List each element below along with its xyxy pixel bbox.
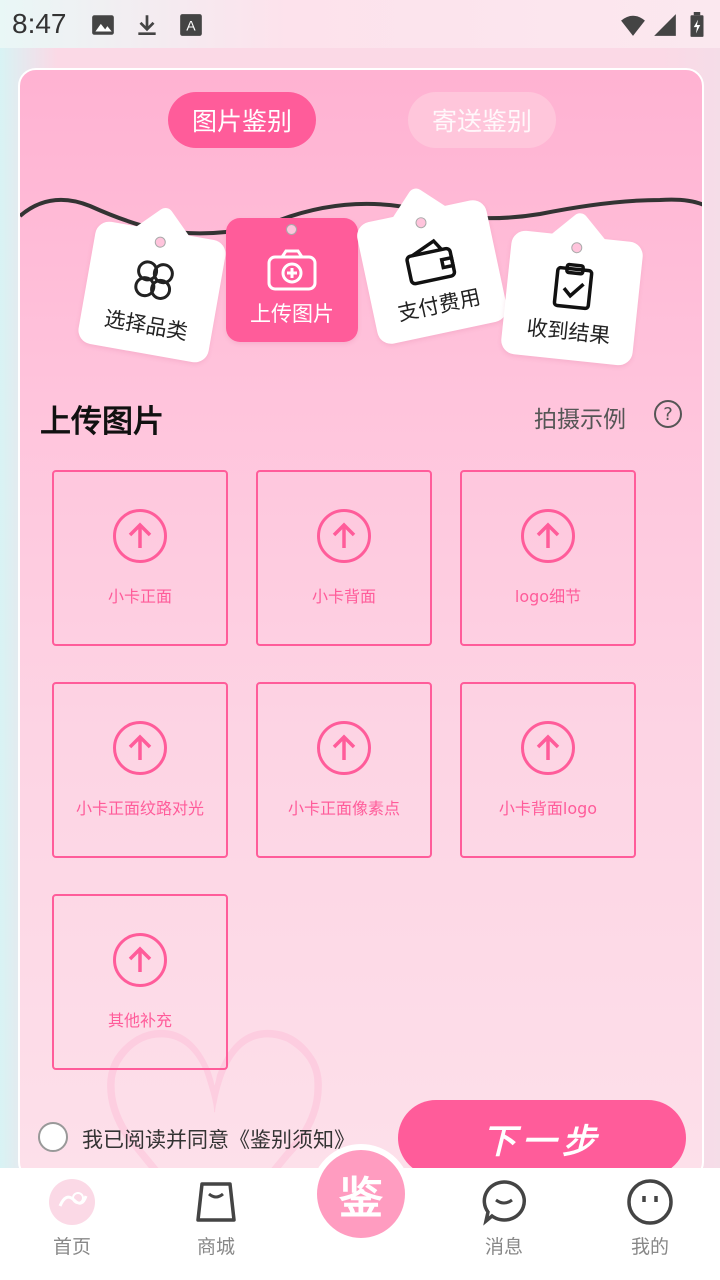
status-bar: 8:47 A bbox=[0, 0, 720, 48]
nav-label: 消息 bbox=[484, 1236, 523, 1258]
section-title: 上传图片 bbox=[40, 404, 164, 440]
next-step-button[interactable]: 下一步 bbox=[398, 1100, 686, 1176]
battery-icon bbox=[690, 12, 704, 37]
svg-text:A: A bbox=[186, 17, 196, 33]
image-icon bbox=[92, 15, 114, 35]
upload-card-back[interactable]: 小卡背面 bbox=[256, 470, 432, 646]
clipboard-check-icon bbox=[552, 262, 594, 311]
signal-icon bbox=[654, 14, 676, 36]
upload-other[interactable]: 其他补充 bbox=[52, 894, 228, 1070]
step-label: 收到结果 bbox=[525, 315, 612, 349]
wallet-icon bbox=[405, 238, 457, 286]
nav-label: 我的 bbox=[630, 1236, 669, 1258]
nav-mine[interactable]: 我的 bbox=[600, 1178, 700, 1259]
tab-image-identify[interactable]: 图片鉴别 bbox=[168, 92, 316, 148]
nav-label: 商城 bbox=[196, 1236, 235, 1258]
download-icon bbox=[138, 15, 156, 36]
tab-mail-identify[interactable]: 寄送鉴别 bbox=[408, 92, 556, 148]
example-link[interactable]: 拍摄示例 bbox=[534, 400, 626, 434]
upload-front-texture[interactable]: 小卡正面纹路对光 bbox=[52, 682, 228, 858]
font-icon: A bbox=[180, 14, 202, 36]
nav-home[interactable]: 首页 bbox=[22, 1178, 122, 1259]
camera-icon bbox=[267, 249, 317, 291]
upload-arrow-icon bbox=[317, 509, 371, 563]
upload-arrow-icon bbox=[113, 509, 167, 563]
upload-label: 小卡正面 bbox=[107, 587, 172, 606]
help-icon[interactable]: ? bbox=[654, 400, 682, 428]
step-label: 选择品类 bbox=[102, 306, 190, 345]
clover-icon bbox=[134, 260, 174, 300]
upload-label: 小卡背面logo bbox=[498, 799, 598, 818]
upload-back-logo[interactable]: 小卡背面logo bbox=[460, 682, 636, 858]
step-label: 上传图片 bbox=[250, 302, 334, 326]
upload-front-pixels[interactable]: 小卡正面像素点 bbox=[256, 682, 432, 858]
chat-bubble-icon bbox=[482, 1180, 526, 1226]
tag-hole bbox=[153, 235, 167, 249]
upload-arrow-icon bbox=[113, 933, 167, 987]
upload-arrow-icon bbox=[521, 509, 575, 563]
nav-messages[interactable]: 消息 bbox=[454, 1178, 554, 1259]
tag-hole bbox=[570, 241, 583, 254]
upload-label: 其他补充 bbox=[107, 1011, 172, 1030]
step-receive-result[interactable]: 收到结果 bbox=[499, 229, 645, 367]
shopping-bag-icon bbox=[196, 1182, 236, 1222]
nav-mall[interactable]: 商城 bbox=[166, 1178, 266, 1259]
upload-card-front[interactable]: 小卡正面 bbox=[52, 470, 228, 646]
nav-label: 首页 bbox=[52, 1236, 91, 1258]
identify-card: ♡ 图片鉴别 寄送鉴别 选择品类 上传图片 支付费用 收到结果 上传图片 拍摄示… bbox=[18, 68, 704, 1180]
upload-arrow-icon bbox=[521, 721, 575, 775]
upload-arrow-icon bbox=[113, 721, 167, 775]
step-select-category[interactable]: 选择品类 bbox=[76, 219, 228, 365]
step-upload-image[interactable]: 上传图片 bbox=[226, 218, 358, 342]
profile-face-icon bbox=[627, 1179, 673, 1225]
step-pay-fee[interactable]: 支付费用 bbox=[354, 197, 510, 347]
tag-hole bbox=[414, 216, 428, 230]
upload-label: 小卡背面 bbox=[311, 587, 376, 606]
home-logo-icon bbox=[49, 1179, 95, 1225]
upload-logo-detail[interactable]: logo细节 bbox=[460, 470, 636, 646]
status-time: 8:47 bbox=[12, 8, 67, 39]
upload-label: logo细节 bbox=[514, 587, 582, 606]
upload-label: 小卡正面像素点 bbox=[287, 799, 400, 818]
upload-arrow-icon bbox=[317, 721, 371, 775]
upload-label: 小卡正面纹路对光 bbox=[75, 799, 204, 818]
agree-checkbox[interactable] bbox=[38, 1122, 68, 1152]
identify-center-button[interactable]: 鉴 bbox=[311, 1144, 411, 1244]
tag-hole bbox=[286, 224, 297, 235]
wifi-icon bbox=[621, 15, 645, 36]
agreement-text[interactable]: 我已阅读并同意《鉴别须知》 bbox=[82, 1124, 355, 1154]
